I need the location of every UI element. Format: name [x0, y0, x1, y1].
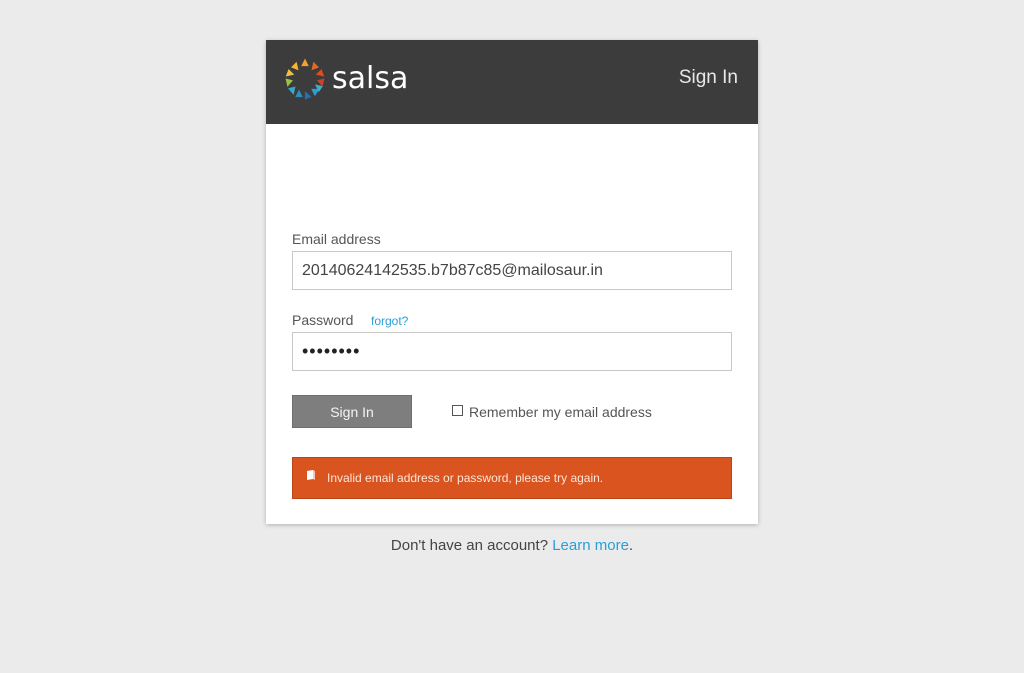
page-title: Sign In: [678, 67, 738, 88]
email-field[interactable]: [292, 251, 732, 290]
login-card: salsa Sign In Email address Password for…: [266, 40, 758, 554]
sign-in-button[interactable]: Sign In: [292, 395, 412, 428]
error-alert: Invalid email address or password, pleas…: [292, 457, 732, 499]
error-message: Invalid email address or password, pleas…: [327, 471, 604, 485]
email-label: Email address: [292, 231, 381, 247]
learn-more-link[interactable]: Learn more: [552, 537, 629, 554]
remember-email-option[interactable]: Remember my email address: [452, 404, 652, 420]
brand-name: salsa: [332, 61, 409, 96]
alert-icon: [307, 468, 316, 486]
signup-text: Don't have an account?: [390, 537, 553, 554]
forgot-password-link[interactable]: forgot?: [371, 314, 408, 328]
card-header: salsa Sign In: [266, 40, 758, 124]
remember-label: Remember my email address: [469, 404, 652, 420]
signup-suffix: .: [628, 537, 634, 554]
password-label: Password: [292, 312, 354, 328]
signup-prompt: Don't have an account? Learn more.: [266, 537, 758, 554]
password-field[interactable]: [292, 332, 732, 371]
remember-checkbox[interactable]: [452, 404, 463, 416]
salsa-logo: salsa: [284, 58, 408, 102]
salsa-logo-icon: [285, 58, 325, 100]
